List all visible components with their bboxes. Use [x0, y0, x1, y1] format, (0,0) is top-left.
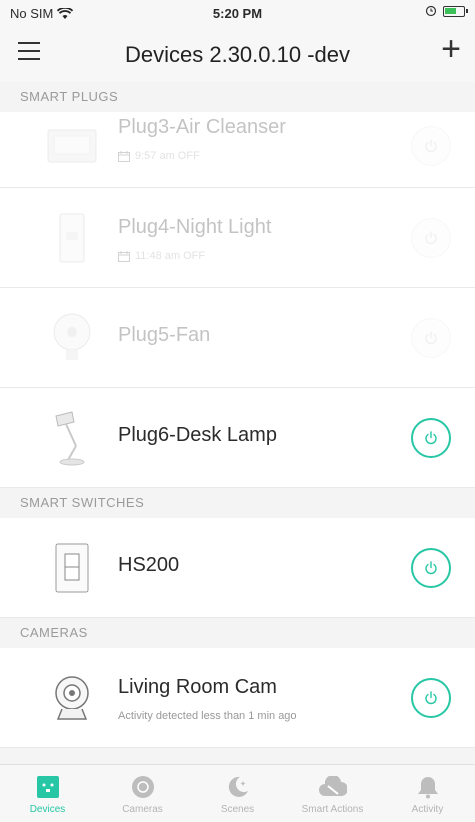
- add-device-button[interactable]: +: [441, 32, 461, 66]
- device-name: Plug5-Fan: [118, 324, 211, 346]
- smart-actions-icon: [318, 773, 348, 801]
- power-toggle-plug5[interactable]: [411, 318, 451, 358]
- device-activity: Activity detected less than 1 min ago: [118, 710, 297, 722]
- navigation-bar: Devices 2.30.0.10 -dev +: [0, 26, 475, 82]
- device-name: HS200: [118, 554, 180, 576]
- power-toggle-plug4[interactable]: [411, 218, 451, 258]
- power-icon: [425, 561, 437, 575]
- section-header-smart-plugs: SMART PLUGS: [0, 82, 475, 112]
- power-icon: [425, 231, 437, 245]
- battery-icon: [443, 5, 468, 17]
- status-bar: No SIM 5:20 PM: [0, 0, 475, 26]
- tab-smart-actions[interactable]: Smart Actions: [285, 765, 380, 822]
- tab-label: Devices: [29, 804, 66, 815]
- power-icon: [425, 331, 437, 345]
- activity-icon: [413, 773, 443, 801]
- section-header-cameras: CAMERAS: [0, 618, 475, 648]
- device-row-living-room-cam[interactable]: Living Room Cam Activity detected less t…: [0, 648, 475, 748]
- tab-bar: Devices Cameras Scenes Smart Actions Act…: [0, 764, 475, 822]
- alarm-icon: [425, 5, 437, 17]
- devices-icon: [33, 773, 63, 801]
- section-header-smart-switches: SMART SWITCHES: [0, 488, 475, 518]
- night-light-icon: [44, 210, 100, 266]
- power-toggle-living-room-cam[interactable]: [411, 678, 451, 718]
- power-icon: [425, 691, 437, 705]
- device-list[interactable]: SMART PLUGS Plug3-Air Cleanser 9:57 am O…: [0, 82, 475, 764]
- desk-lamp-icon: [44, 410, 100, 466]
- tab-devices[interactable]: Devices: [0, 765, 95, 822]
- device-name: Plug6-Desk Lamp: [118, 424, 277, 446]
- tab-scenes[interactable]: Scenes: [190, 765, 285, 822]
- device-row-hs200[interactable]: HS200: [0, 518, 475, 618]
- device-schedule: 9:57 am OFF: [135, 150, 200, 162]
- page-title: Devices 2.30.0.10 -dev: [124, 42, 351, 67]
- device-row-plug5[interactable]: Plug5-Fan: [0, 288, 475, 388]
- tab-label: Smart Actions: [301, 804, 364, 815]
- power-icon: [425, 431, 437, 445]
- camera-icon: [44, 670, 100, 726]
- power-toggle-plug3[interactable]: [411, 126, 451, 166]
- power-toggle-plug6[interactable]: [411, 418, 451, 458]
- device-name: Living Room Cam: [118, 676, 277, 698]
- status-time: 5:20 PM: [212, 6, 263, 21]
- schedule-icon: [118, 250, 130, 262]
- device-row-plug6[interactable]: Plug6-Desk Lamp: [0, 388, 475, 488]
- cameras-icon: [128, 773, 158, 801]
- device-row-plug3[interactable]: Plug3-Air Cleanser 9:57 am OFF: [0, 112, 475, 188]
- tab-label: Scenes: [220, 804, 255, 815]
- power-toggle-hs200[interactable]: [411, 548, 451, 588]
- fan-icon: [44, 310, 100, 366]
- tab-label: Cameras: [122, 804, 163, 815]
- air-cleanser-icon: [44, 118, 100, 174]
- device-name: Plug3-Air Cleanser: [118, 116, 286, 138]
- device-schedule: 11:48 am OFF: [135, 250, 206, 262]
- schedule-icon: [118, 150, 130, 162]
- light-switch-icon: [44, 540, 100, 596]
- tab-activity[interactable]: Activity: [380, 765, 475, 822]
- device-name: Plug4-Night Light: [118, 216, 272, 238]
- scenes-icon: [223, 773, 253, 801]
- tab-label: Activity: [411, 804, 444, 815]
- tab-cameras[interactable]: Cameras: [95, 765, 190, 822]
- power-icon: [425, 139, 437, 153]
- device-row-plug4[interactable]: Plug4-Night Light 11:48 am OFF: [0, 188, 475, 288]
